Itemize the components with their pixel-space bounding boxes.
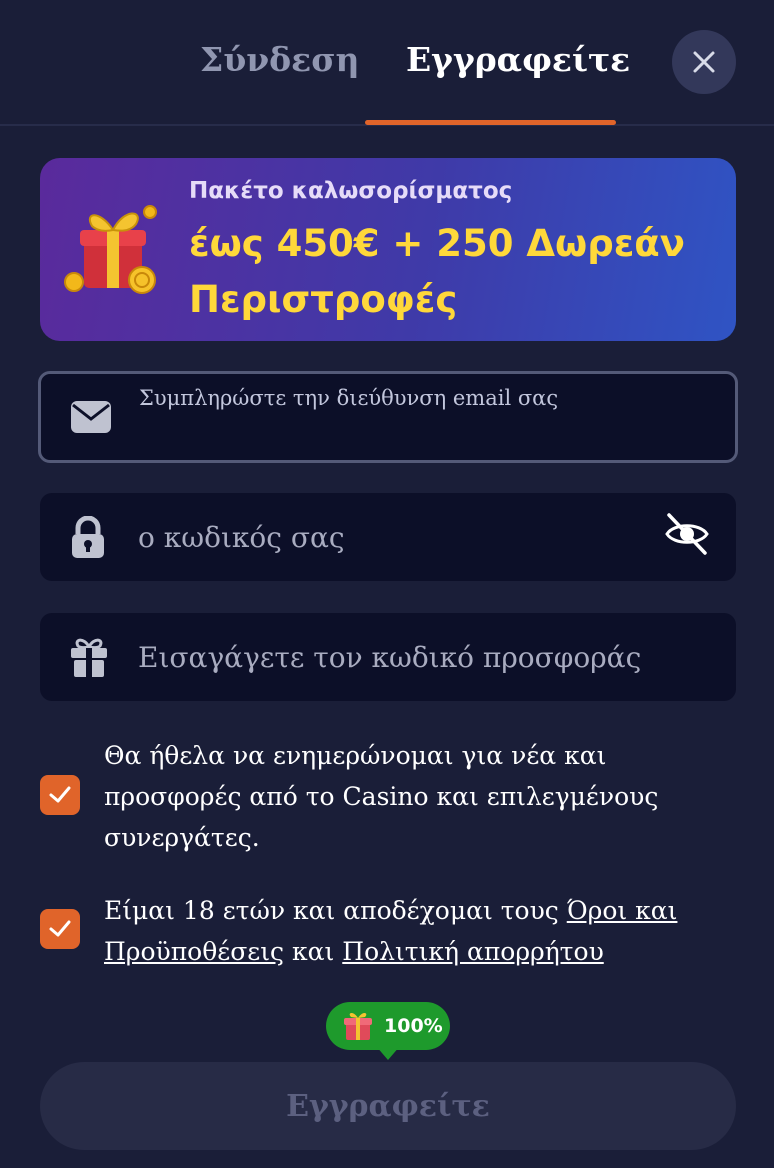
close-icon	[693, 51, 715, 73]
email-field[interactable]: Συμπληρώστε την διεύθυνση email σας	[38, 371, 738, 463]
terms-consent-row: Είμαι 18 ετών και αποδέχομαι τους Όροι κ…	[40, 890, 736, 974]
auth-header: Σύνδεση Εγγραφείτε	[0, 0, 774, 126]
tab-register[interactable]: Εγγραφείτε	[406, 40, 630, 79]
promo-code-field[interactable]	[40, 613, 736, 701]
terms-prefix: Είμαι 18 ετών και αποδέχομαι τους	[104, 896, 567, 925]
close-button[interactable]	[672, 30, 736, 94]
news-consent-row: Θα ήθελα να ενημερώνομαι για νέα και προ…	[40, 735, 736, 860]
active-tab-indicator	[365, 120, 616, 125]
eye-off-icon[interactable]	[664, 511, 710, 557]
checkmark-icon	[49, 786, 71, 803]
gift-icon	[344, 1012, 372, 1040]
checkmark-icon	[49, 920, 71, 937]
gift-icon	[71, 638, 107, 677]
progress-badge: 100%	[326, 1002, 450, 1060]
terms-consent-checkbox[interactable]	[40, 909, 80, 949]
promo-code-input[interactable]	[138, 613, 728, 701]
banner-title: έως 450€ + 250 Δωρεάν Περιστροφές	[189, 222, 685, 321]
terms-middle: και	[284, 937, 343, 966]
submit-label: Εγγραφείτε	[286, 1088, 490, 1124]
email-input[interactable]	[139, 418, 699, 452]
password-field[interactable]	[40, 493, 736, 581]
banner-subtitle: Πακέτο καλωσορίσματος	[189, 178, 513, 204]
news-consent-text: Θα ήθελα να ενημερώνομαι για νέα και προ…	[104, 741, 659, 852]
gift-icon	[64, 205, 157, 294]
lock-icon	[72, 516, 104, 558]
terms-consent-text: Είμαι 18 ετών και αποδέχομαι τους Όροι κ…	[104, 890, 704, 972]
register-submit-button[interactable]: Εγγραφείτε	[40, 1062, 736, 1150]
progress-label: 100%	[384, 1015, 443, 1037]
envelope-icon	[71, 401, 111, 433]
privacy-link[interactable]: Πολιτική απορρήτου	[342, 937, 604, 966]
welcome-bonus-banner[interactable]: Πακέτο καλωσορίσματος έως 450€ + 250 Δωρ…	[40, 158, 736, 341]
news-consent-checkbox[interactable]	[40, 775, 80, 815]
tab-login[interactable]: Σύνδεση	[200, 40, 360, 79]
email-label: Συμπληρώστε την διεύθυνση email σας	[139, 386, 559, 410]
badge-pointer	[376, 1046, 400, 1060]
password-input[interactable]	[138, 493, 658, 581]
